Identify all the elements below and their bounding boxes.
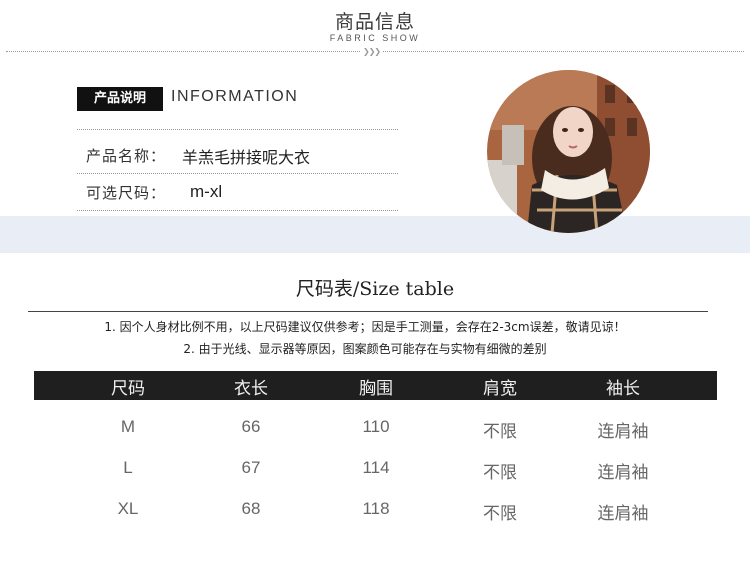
chevron-right-icon: ❯❯❯ (360, 47, 384, 56)
column-header-size: 尺码 (111, 379, 145, 399)
column-header-chest: 胸围 (359, 379, 393, 399)
size-options-label: 可选尺码： (86, 184, 167, 202)
size-table-title: 尺码表/Size table (295, 278, 455, 300)
table-cell: 不限 (483, 422, 517, 442)
table-row: XL 68 118 不限 连肩袖 (34, 496, 717, 526)
table-cell: 110 (362, 417, 390, 436)
table-row: L 67 114 不限 连肩袖 (34, 455, 717, 485)
table-cell: 连肩袖 (597, 504, 649, 524)
size-note-1: 1. 因个人身材比例不用，以上尺码建议仅供参考；因是手工测量，会存在2-3cm误… (104, 320, 626, 334)
divider (77, 173, 398, 174)
table-cell: 不限 (483, 504, 517, 524)
product-name-value: 羊羔毛拼接呢大衣 (182, 148, 311, 167)
table-cell: 66 (241, 417, 261, 436)
table-cell: M (120, 417, 136, 436)
divider (77, 129, 398, 130)
column-header-sleeve: 袖长 (606, 379, 640, 399)
model-portrait-image (487, 70, 650, 233)
page-title: 商品信息 (334, 11, 415, 33)
column-header-length: 衣长 (234, 379, 268, 399)
table-cell: L (123, 458, 133, 477)
table-cell: 118 (362, 499, 390, 518)
size-table-header: 尺码 衣长 胸围 肩宽 袖长 (34, 371, 717, 400)
table-cell: XL (117, 499, 139, 518)
product-name-label: 产品名称： (86, 147, 167, 165)
table-cell: 68 (241, 499, 261, 518)
size-note-2: 2. 由于光线、显示器等原因，图案颜色可能存在与实物有细微的差别 (183, 342, 547, 356)
page-subtitle: FABRIC SHOW (329, 33, 421, 43)
section-band (0, 216, 750, 253)
table-cell: 114 (362, 458, 390, 477)
table-cell: 连肩袖 (597, 463, 649, 483)
column-header-shoulder: 肩宽 (483, 379, 517, 399)
size-table-rule (28, 311, 708, 312)
product-info-badge: 产品说明 (77, 87, 163, 111)
divider (77, 210, 398, 211)
table-row: M 66 110 不限 连肩袖 (34, 414, 717, 444)
table-cell: 连肩袖 (597, 422, 649, 442)
size-options-value: m-xl (190, 182, 223, 201)
table-cell: 不限 (483, 463, 517, 483)
table-cell: 67 (241, 458, 261, 477)
information-heading: INFORMATION (171, 88, 299, 105)
